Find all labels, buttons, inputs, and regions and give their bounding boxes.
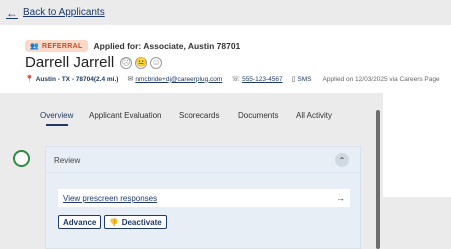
rating-faces: ☹ 😐 ☺ <box>120 56 163 69</box>
advance-button-label: Advance <box>63 217 97 227</box>
side-panel-lower <box>383 197 451 249</box>
tab-applicant-evaluation[interactable]: Applicant Evaluation <box>89 111 162 120</box>
mobile-phone-icon: ▯ <box>291 76 296 83</box>
arrow-right-icon: → <box>336 193 345 203</box>
advance-button[interactable]: Advance <box>58 215 102 229</box>
envelope-icon: ✉ <box>127 76 134 83</box>
prescreen-responses-row[interactable]: View prescreen responses → <box>58 189 350 207</box>
candidate-name-row: Darrell Jarrell ☹ 😐 ☺ <box>25 54 163 71</box>
deactivate-button[interactable]: 👎 Deactivate <box>104 215 167 229</box>
card-divider <box>46 172 360 173</box>
timeline-step-circle <box>13 150 30 167</box>
deactivate-button-label: Deactivate <box>121 217 162 227</box>
tab-documents[interactable]: Documents <box>238 111 278 120</box>
sms-link[interactable]: SMS <box>297 76 311 83</box>
location-item: 📍 Austin - TX - 78704(2.4 mi.) <box>25 75 119 84</box>
people-icon: 👥 <box>30 43 40 50</box>
referral-badge: 👥 REFERRAL <box>25 40 88 52</box>
collapse-chevron-icon[interactable]: ⌃ <box>335 153 349 167</box>
tab-all-activity[interactable]: All Activity <box>296 111 332 120</box>
active-tab-indicator <box>46 124 68 126</box>
tab-overview[interactable]: Overview <box>40 111 73 120</box>
scrollbar-thumb[interactable] <box>376 110 380 249</box>
sad-face-icon[interactable]: ☹ <box>120 56 133 69</box>
back-to-applicants-link[interactable]: ← Back to Applicants <box>6 7 105 19</box>
candidate-name: Darrell Jarrell <box>25 54 115 71</box>
application-summary-row: 👥 REFERRAL Applied for: Associate, Austi… <box>25 40 240 52</box>
tab-scorecards[interactable]: Scorecards <box>179 111 219 120</box>
applied-on-text: Applied on 12/03/2025 via Careers Page <box>322 75 440 83</box>
email-link[interactable]: nmcbride+dj@careerplug.com <box>135 76 222 83</box>
back-link-label: Back to Applicants <box>23 7 105 18</box>
phone-link[interactable]: 555-123-4567 <box>242 76 282 83</box>
happy-face-icon[interactable]: ☺ <box>150 56 163 69</box>
phone-icon: ☏ <box>231 76 241 83</box>
contact-info-row: 📍 Austin - TX - 78704(2.4 mi.) ✉ nmcbrid… <box>25 75 440 84</box>
review-card: Review ⌃ View prescreen responses → Adva… <box>45 146 361 249</box>
review-title: Review <box>54 156 81 165</box>
sms-item: ▯ SMS <box>291 75 312 84</box>
prescreen-responses-link[interactable]: View prescreen responses <box>63 194 157 203</box>
location-text: Austin - TX - 78704(2.4 mi.) <box>35 75 119 83</box>
referral-badge-label: REFERRAL <box>42 42 83 50</box>
review-actions: Advance 👎 Deactivate <box>58 215 167 229</box>
location-pin-icon: 📍 <box>25 76 34 83</box>
email-item: ✉ nmcbride+dj@careerplug.com <box>127 75 222 84</box>
tab-bar: Overview Applicant Evaluation Scorecards… <box>0 93 380 128</box>
phone-item: ☏ 555-123-4567 <box>231 75 282 84</box>
candidate-header: 👥 REFERRAL Applied for: Associate, Austi… <box>0 25 451 93</box>
top-bar: ← Back to Applicants <box>0 0 451 25</box>
thumbs-down-icon: 👎 <box>109 217 119 227</box>
applied-for-text: Applied for: Associate, Austin 78701 <box>93 41 241 51</box>
back-arrow-icon: ← <box>6 5 18 20</box>
neutral-face-icon[interactable]: 😐 <box>135 56 148 69</box>
